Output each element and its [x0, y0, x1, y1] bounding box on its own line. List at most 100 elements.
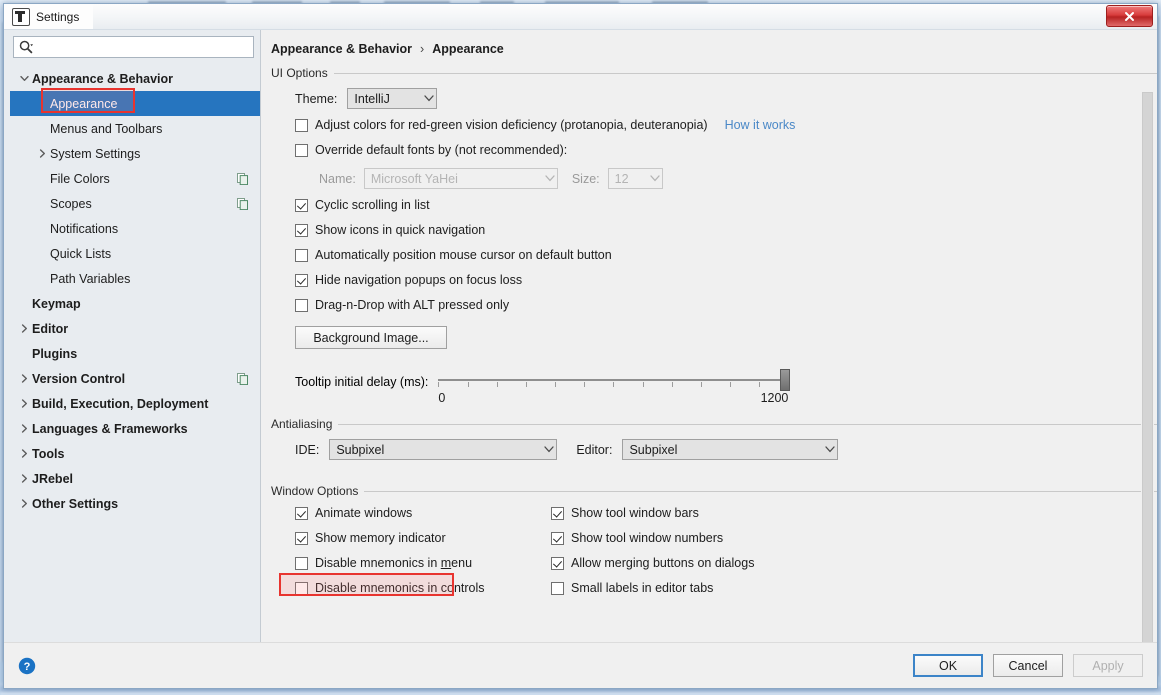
window-title: Settings — [36, 9, 80, 24]
sidebar-item-appearance-behavior[interactable]: Appearance & Behavior — [10, 66, 260, 91]
settings-sidebar: Appearance & Behavior Appearance Menus and… — [4, 30, 261, 642]
sidebar-item-editor[interactable]: Editor — [10, 316, 260, 341]
sidebar-item-notifications[interactable]: Notifications — [10, 216, 260, 241]
slider-tick — [642, 382, 644, 387]
ok-button[interactable]: OK — [913, 654, 983, 677]
sidebar-item-appearance[interactable]: Appearance — [10, 91, 260, 116]
apply-button[interactable]: Apply — [1073, 654, 1143, 677]
search-icon — [19, 40, 33, 54]
breadcrumb-separator-icon: › — [420, 42, 425, 56]
window-option-left-2-label: Disable mnemonics in menu — [315, 556, 473, 570]
window-option-right-2-label: Allow merging buttons on dialogs — [571, 556, 755, 570]
antialiasing-group: Antialiasing IDE: Subpixel Editor: Subpi… — [271, 417, 1157, 460]
ui-option-4-checkbox[interactable] — [295, 298, 308, 312]
editor-antialiasing-value: Subpixel — [629, 442, 678, 457]
sidebar-item-plugins[interactable]: Plugins — [10, 341, 260, 366]
window-options-grid: Animate windows Show memory indicator Disa… — [295, 506, 1157, 606]
tree-twisty[interactable] — [16, 424, 32, 433]
font-name-select[interactable]: Microsoft YaHei — [363, 168, 558, 189]
sidebar-item-label: Keymap — [32, 296, 81, 311]
tree-twisty[interactable] — [16, 499, 32, 508]
tree-twisty[interactable] — [16, 399, 32, 408]
settings-dialog: Settings Appearance & Behavior Appearanc… — [3, 3, 1158, 689]
slider-tick — [525, 382, 527, 387]
tree-twisty[interactable] — [16, 74, 32, 83]
window-options-group-title: Window Options — [271, 484, 1157, 498]
ui-option-3-row: Hide navigation popups on focus loss — [295, 273, 1157, 287]
ui-option-3-checkbox[interactable] — [295, 273, 308, 287]
sidebar-item-label: System Settings — [50, 146, 141, 161]
title-bar-left: Settings — [4, 4, 94, 29]
breadcrumb-root[interactable]: Appearance & Behavior — [271, 42, 412, 56]
sidebar-item-label: Notifications — [50, 221, 119, 236]
group-divider — [338, 423, 1157, 425]
ui-option-3-label: Hide navigation popups on focus loss — [315, 273, 523, 287]
sidebar-item-scopes[interactable]: Scopes — [10, 191, 260, 216]
window-option-left-2-checkbox[interactable] — [295, 556, 308, 570]
tree-twisty[interactable] — [16, 474, 32, 483]
project-scope-copy-icon — [237, 172, 248, 185]
help-icon[interactable]: ? — [18, 657, 36, 675]
window-option-left-0-checkbox[interactable] — [295, 506, 308, 520]
window-option-right-0-checkbox[interactable] — [551, 506, 564, 520]
sidebar-item-system-settings[interactable]: System Settings — [10, 141, 260, 166]
antialiasing-row: IDE: Subpixel Editor: Subpixel — [295, 439, 1157, 460]
window-option-left-1-checkbox[interactable] — [295, 531, 308, 545]
tooltip-delay-row: Tooltip initial delay (ms): 0 1200 — [295, 363, 1157, 405]
adjust-colors-label: Adjust colors for red-green vision defic… — [315, 118, 708, 132]
font-size-select[interactable]: 12 — [607, 168, 663, 189]
editor-antialiasing-select[interactable]: Subpixel — [622, 439, 839, 460]
sidebar-item-menus-and-toolbars[interactable]: Menus and Toolbars — [10, 116, 260, 141]
window-option-left-0-label: Animate windows — [315, 506, 413, 520]
ui-option-1-checkbox[interactable] — [295, 223, 308, 237]
ui-option-0-checkbox[interactable] — [295, 198, 308, 212]
sidebar-item-version-control[interactable]: Version Control — [10, 366, 260, 391]
chevron-down-icon — [544, 446, 554, 453]
ui-option-2-checkbox[interactable] — [295, 248, 308, 262]
sidebar-item-languages-frameworks[interactable]: Languages & Frameworks — [10, 416, 260, 441]
slider-tick — [671, 382, 673, 387]
search-input[interactable] — [37, 39, 248, 55]
tree-twisty[interactable] — [16, 449, 32, 458]
group-divider — [364, 490, 1157, 492]
window-option-right-2-checkbox[interactable] — [551, 556, 564, 570]
close-icon[interactable] — [1106, 5, 1153, 27]
ide-antialiasing-select[interactable]: Subpixel — [329, 439, 558, 460]
sidebar-item-jrebel[interactable]: JRebel — [10, 466, 260, 491]
background-image-button[interactable]: Background Image... — [295, 326, 447, 349]
ui-options-body: Theme: IntelliJ Adjust colors for red-gr… — [271, 80, 1157, 405]
slider-tick — [496, 382, 498, 387]
sidebar-item-quick-lists[interactable]: Quick Lists — [10, 241, 260, 266]
sidebar-item-build-execution-deployment[interactable]: Build, Execution, Deployment — [10, 391, 260, 416]
window-options-left-column: Animate windows Show memory indicator Disa… — [295, 506, 551, 606]
tree-twisty[interactable] — [34, 149, 50, 158]
sidebar-item-label: Path Variables — [50, 271, 131, 286]
sidebar-item-label: Build, Execution, Deployment — [32, 396, 209, 411]
sidebar-item-label: Quick Lists — [50, 246, 112, 261]
sidebar-item-tools[interactable]: Tools — [10, 441, 260, 466]
theme-select[interactable]: IntelliJ — [347, 88, 438, 109]
sidebar-item-other-settings[interactable]: Other Settings — [10, 491, 260, 516]
window-option-left-3-checkbox[interactable] — [295, 581, 308, 595]
sidebar-item-keymap[interactable]: Keymap — [10, 291, 260, 316]
sidebar-item-file-colors[interactable]: File Colors — [10, 166, 260, 191]
sidebar-item-path-variables[interactable]: Path Variables — [10, 266, 260, 291]
slider-thumb[interactable] — [780, 369, 791, 391]
scrollbar-thumb[interactable] — [1142, 92, 1153, 642]
sidebar-item-label: Other Settings — [32, 496, 119, 511]
chevron-right-icon — [21, 474, 27, 483]
footer-buttons: OK Cancel Apply — [913, 654, 1143, 677]
content-scrollbar[interactable] — [1141, 86, 1154, 642]
tree-twisty[interactable] — [16, 324, 32, 333]
window-option-right-1-checkbox[interactable] — [551, 531, 564, 545]
adjust-colors-checkbox[interactable] — [295, 118, 308, 132]
search-box[interactable] — [13, 36, 254, 58]
how-it-works-link[interactable]: How it works — [725, 118, 796, 132]
chevron-down-icon — [825, 446, 836, 453]
chevron-right-icon — [21, 424, 27, 433]
tree-twisty[interactable] — [16, 374, 32, 383]
cancel-button[interactable]: Cancel — [993, 654, 1063, 677]
override-fonts-checkbox[interactable] — [295, 143, 308, 157]
window-option-right-3-checkbox[interactable] — [551, 581, 564, 595]
sidebar-item-label: Plugins — [32, 346, 78, 361]
